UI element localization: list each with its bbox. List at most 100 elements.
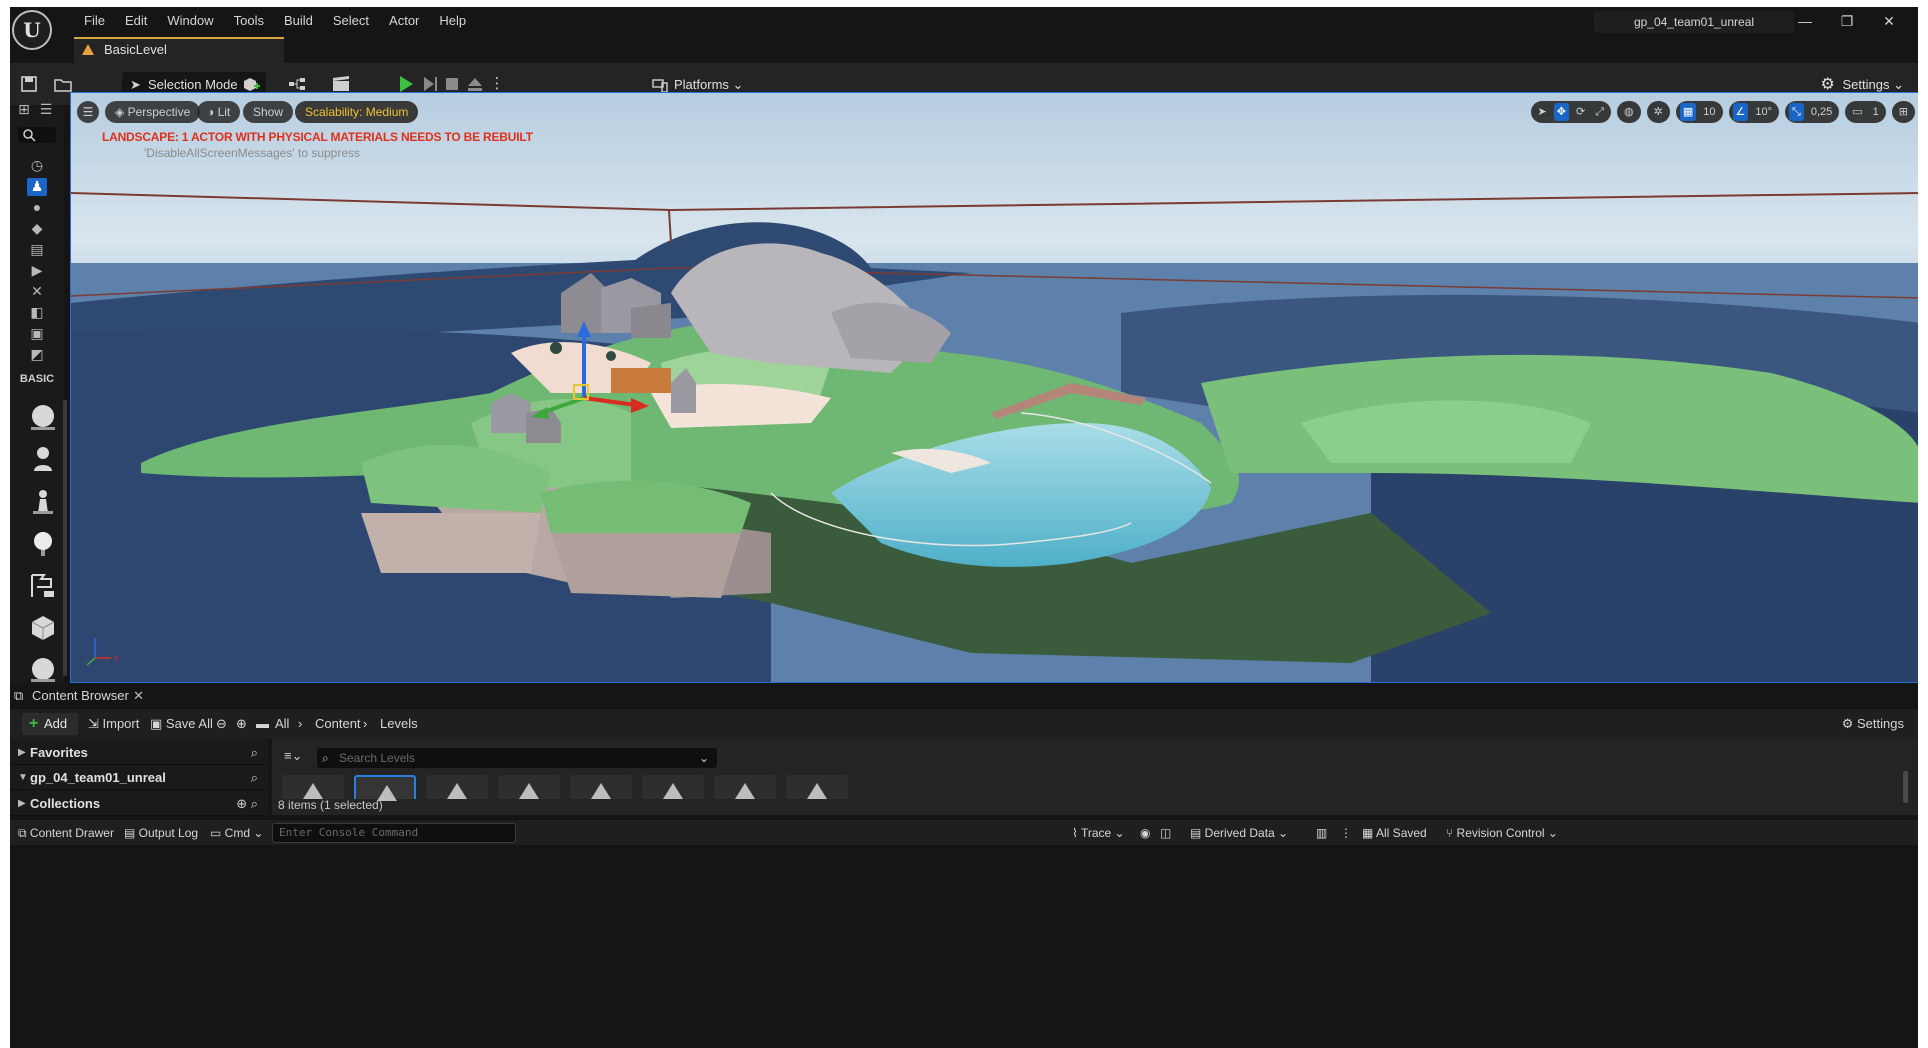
save-all-button[interactable]: ▣ Save All <box>150 713 213 735</box>
visual-effects-icon[interactable]: ▶ <box>27 262 47 280</box>
revision-control-dropdown[interactable]: ⑂ Revision Control ⌄ <box>1446 823 1558 843</box>
scale-tool-icon[interactable]: ⤢ <box>1592 103 1607 121</box>
asset-view-scrollbar[interactable] <box>1903 771 1908 803</box>
menu-edit[interactable]: Edit <box>115 12 157 30</box>
volumes-icon[interactable]: ◧ <box>27 304 47 322</box>
breadcrumb-content[interactable]: Content <box>315 713 361 735</box>
breadcrumb-all[interactable]: All <box>275 713 289 735</box>
add-button[interactable]: + Add <box>22 713 78 735</box>
cube-icon[interactable] <box>28 613 58 643</box>
more-category-icon[interactable]: ◩ <box>27 346 47 364</box>
level-asset-tile[interactable] <box>786 775 848 799</box>
record-icon[interactable]: ◉ <box>1140 823 1150 843</box>
player-start-icon[interactable] <box>28 571 58 601</box>
more-options-icon[interactable]: ⋮ <box>488 75 506 93</box>
search-icon[interactable] <box>18 127 56 143</box>
lit-button[interactable]: ◑ Lit <box>197 101 241 123</box>
show-button[interactable]: Show <box>243 101 294 123</box>
content-drawer-button[interactable]: ⧉ Content Drawer <box>18 823 114 843</box>
menu-window[interactable]: Window <box>157 12 223 30</box>
restore-button[interactable]: ❐ <box>1826 10 1868 32</box>
filter-icon[interactable]: ≡⌄ <box>284 748 302 764</box>
add-actor-icon[interactable] <box>242 75 260 93</box>
grid-snap-value[interactable]: 10 <box>1700 103 1718 121</box>
unreal-logo-icon[interactable]: U <box>12 10 52 50</box>
sphere-icon[interactable] <box>28 655 58 685</box>
empty-actor-icon[interactable] <box>28 403 58 433</box>
basic-category-icon[interactable]: ♟ <box>27 178 47 196</box>
shapes-category-icon[interactable]: ◆ <box>27 220 47 238</box>
menu-file[interactable]: File <box>74 12 115 30</box>
scalability-button[interactable]: Scalability: Medium <box>295 101 419 123</box>
cinematic-category-icon[interactable]: ▤ <box>27 241 47 259</box>
level-asset-tile[interactable] <box>642 775 704 799</box>
rotate-tool-icon[interactable]: ⟳ <box>1573 103 1588 121</box>
screenshot-icon[interactable]: ◫ <box>1160 823 1171 843</box>
search-icon[interactable]: ⌕ <box>251 766 258 790</box>
content-folder-icon[interactable] <box>54 75 72 93</box>
place-actor-icon[interactable]: ⊞ <box>14 101 34 119</box>
cmd-dropdown[interactable]: ▭ Cmd ⌄ <box>210 823 263 843</box>
blueprint-icon[interactable] <box>288 75 306 93</box>
collections-section[interactable]: ▶ Collections ⊕ ⌕ <box>10 792 268 816</box>
lights-category-icon[interactable]: ● <box>27 199 47 217</box>
add-collection-icon[interactable]: ⊕ ⌕ <box>236 792 258 816</box>
level-asset-tile[interactable] <box>714 775 776 799</box>
level-asset-tile[interactable] <box>282 775 344 799</box>
menu-help[interactable]: Help <box>429 12 476 30</box>
level-asset-tile[interactable] <box>426 775 488 799</box>
search-icon[interactable]: ⌕ <box>251 741 258 765</box>
source-control-icon[interactable]: ▥ <box>1316 823 1327 843</box>
camera-speed-value[interactable]: 1 <box>1870 103 1882 121</box>
character-icon[interactable] <box>28 445 58 475</box>
level-viewport[interactable]: ☰ ◈ Perspective ◑ Lit Show Scalability: … <box>70 92 1918 683</box>
pawn-icon[interactable] <box>28 487 58 517</box>
rotation-snap-value[interactable]: 10° <box>1752 103 1775 121</box>
outliner-list-icon[interactable]: ☰ <box>36 101 56 119</box>
geometry-icon[interactable]: ✕ <box>27 283 47 301</box>
breadcrumb-levels[interactable]: Levels <box>380 713 418 735</box>
import-button[interactable]: ⇲ Import <box>88 713 139 735</box>
step-icon[interactable] <box>420 74 440 94</box>
surface-snap-icon[interactable]: ✲ <box>1651 103 1666 121</box>
translate-tool-icon[interactable]: ✥ <box>1553 103 1569 121</box>
viewport-menu-icon[interactable]: ☰ <box>77 101 99 123</box>
camera-icon[interactable]: ▭ <box>1849 103 1865 121</box>
menu-build[interactable]: Build <box>274 12 323 30</box>
menu-select[interactable]: Select <box>323 12 379 30</box>
project-folder-section[interactable]: ▼ gp_04_team01_unreal ⌕ <box>10 766 268 790</box>
globe-icon[interactable]: ◍ <box>1621 103 1637 121</box>
close-window-button[interactable]: ✕ <box>1868 10 1910 32</box>
perspective-button[interactable]: ◈ Perspective <box>105 101 201 123</box>
content-browser-tab[interactable]: ⧉ Content Browser ✕ <box>14 685 144 707</box>
folder-icon[interactable]: ▬ <box>256 713 269 735</box>
play-icon[interactable] <box>396 74 416 94</box>
scale-snap-icon[interactable]: ⤡ <box>1789 103 1804 121</box>
all-saved-status[interactable]: ▦ All Saved <box>1362 823 1427 843</box>
menu-actor[interactable]: Actor <box>379 12 429 30</box>
search-levels-input[interactable]: ⌕ Search Levels ⌄ <box>317 748 717 768</box>
level-asset-tile[interactable] <box>570 775 632 799</box>
output-log-button[interactable]: ▤ Output Log <box>124 823 198 843</box>
content-browser-settings-button[interactable]: ⚙ Settings <box>1842 713 1904 735</box>
layout-grid-icon[interactable]: ⊞ <box>1896 103 1911 121</box>
level-tab[interactable]: BasicLevel <box>74 37 284 63</box>
close-icon[interactable]: ✕ <box>133 685 144 707</box>
cinematics-icon[interactable] <box>332 75 350 93</box>
recent-clock-icon[interactable]: ◷ <box>27 157 47 175</box>
history-forward-icon[interactable]: ⊕ <box>236 713 247 735</box>
more-options-icon[interactable]: ⋮ <box>1340 823 1352 843</box>
rotation-snap-icon[interactable]: ∠ <box>1732 103 1749 121</box>
minimize-button[interactable]: — <box>1784 10 1826 32</box>
menu-tools[interactable]: Tools <box>224 12 274 30</box>
save-icon[interactable] <box>20 75 38 93</box>
level-asset-tile[interactable] <box>498 775 560 799</box>
all-classes-icon[interactable]: ▣ <box>27 325 47 343</box>
grid-snap-icon[interactable]: ▦ <box>1679 103 1697 121</box>
history-back-icon[interactable]: ⊖ <box>216 713 227 735</box>
point-light-icon[interactable] <box>28 529 58 559</box>
trace-dropdown[interactable]: ⌇ Trace ⌄ <box>1072 823 1125 843</box>
stop-icon[interactable] <box>442 74 462 94</box>
scale-snap-value[interactable]: 0,25 <box>1808 103 1835 121</box>
eject-icon[interactable] <box>465 74 485 94</box>
